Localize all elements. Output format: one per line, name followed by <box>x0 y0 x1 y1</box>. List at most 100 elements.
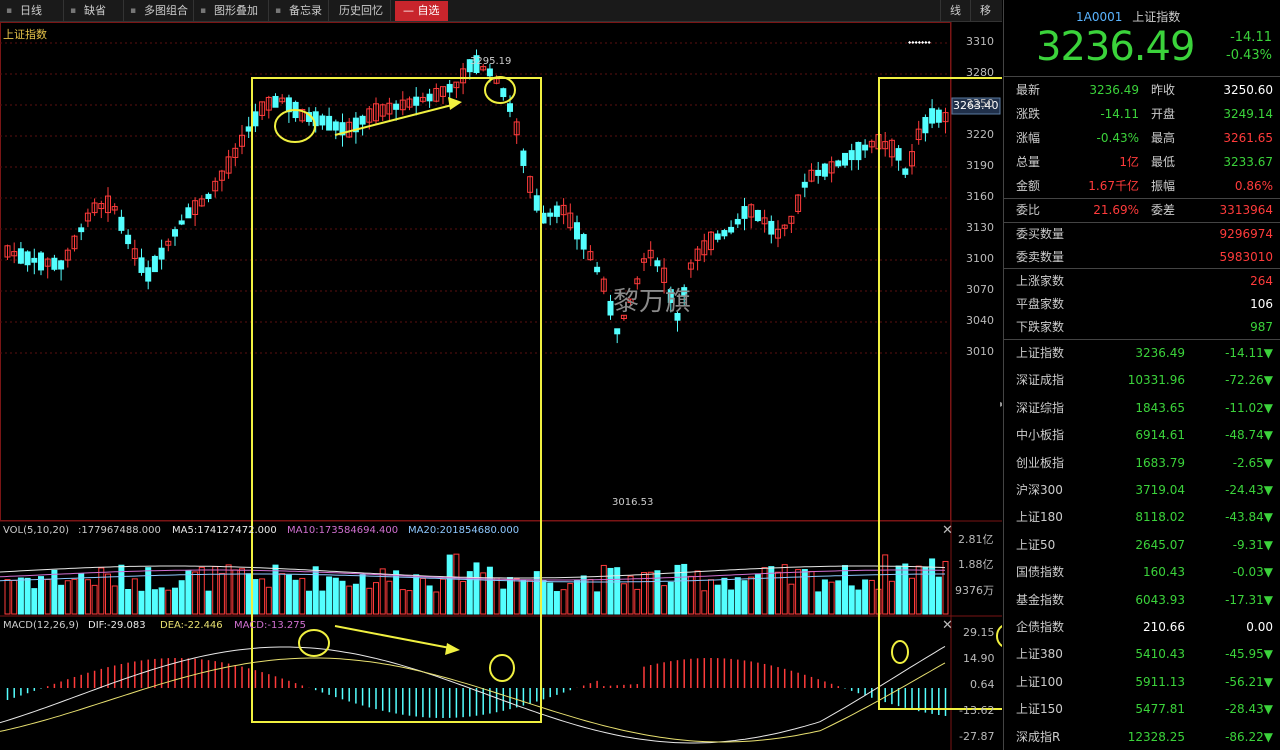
index-row[interactable]: 国债指数 160.43 -0.03▼ <box>1004 559 1280 586</box>
index-row[interactable]: 创业板指 1683.79 -2.65▼ <box>1004 450 1280 477</box>
index-row[interactable]: 上证150 5477.81 -28.43▼ <box>1004 696 1280 723</box>
marker-dots-icon: ⬩⬩⬩⬩⬩⬩⬩ <box>908 38 931 48</box>
volume-bar <box>574 579 580 615</box>
candle-body <box>332 121 339 131</box>
volume-bar <box>607 567 614 615</box>
index-row[interactable]: 企债指数 210.66 0.00 <box>1004 614 1280 641</box>
quote-label: 涨幅 <box>1016 131 1041 145</box>
toolbar-memo-button[interactable]: ▪ 备忘录 <box>269 0 329 22</box>
volume-bar <box>553 591 560 615</box>
index-row[interactable]: 上证380 5410.43 -45.95▼ <box>1004 641 1280 668</box>
volume-bar <box>366 587 373 615</box>
index-row[interactable]: 上证指数 3236.49 -14.11▼ <box>1004 340 1280 367</box>
chart-canvas[interactable]: 黎万旗 ⬩⬩⬩⬩⬩⬩⬩ ✕ ✕ ▸ <box>0 22 1002 750</box>
candle-body <box>922 116 929 134</box>
candle-body <box>319 115 326 126</box>
toolbar-history-button[interactable]: 历史回忆 <box>329 0 391 22</box>
volume-bar <box>11 579 18 615</box>
toolbar-overlay-button[interactable]: ▪ 图形叠加 <box>194 0 269 22</box>
candle-body <box>929 108 936 124</box>
volume-bar <box>808 570 815 615</box>
volume-bar <box>748 576 755 615</box>
index-value: 6914.61 <box>1135 428 1185 443</box>
index-row[interactable]: 深成指R 12328.25 -86.22▼ <box>1004 724 1280 750</box>
index-name: 深成指R <box>1016 729 1061 744</box>
toolbar-move-button[interactable]: 移 <box>970 0 1000 22</box>
quote-value: 3236.49 <box>1089 83 1139 97</box>
index-change: -45.95▼ <box>1225 647 1273 662</box>
volume-bar <box>460 580 467 615</box>
index-row[interactable]: 上证100 5911.13 -56.21▼ <box>1004 669 1280 696</box>
index-change: -11.02▼ <box>1225 400 1273 415</box>
candle-body <box>553 205 560 217</box>
volume-bar <box>373 582 379 615</box>
volume-bar <box>158 587 165 615</box>
candle-body <box>78 227 85 233</box>
candle-body <box>31 257 38 263</box>
index-row[interactable]: 中小板指 6914.61 -48.74▼ <box>1004 422 1280 449</box>
candle-body <box>252 111 259 127</box>
volume-bar <box>842 565 848 615</box>
candle-body <box>594 266 601 273</box>
macd-axis-label: 0.64 <box>970 678 995 691</box>
divider <box>1004 76 1280 77</box>
volume-bar <box>399 589 406 615</box>
volume-bar <box>91 584 98 615</box>
volume-bar <box>687 575 694 615</box>
price-axis-label: 3160 <box>966 190 994 203</box>
quote-row: 涨跌 -14.11 开盘 3249.14 <box>1004 102 1280 126</box>
toolbar: ▪ 日线 ▪ 缺省 ▪ 多图组合 ▪ 图形叠加 ▪ 备忘录 历史回忆 — 自选 线 移 <box>0 0 1002 22</box>
macd-dea: DEA:-22.446 <box>160 620 223 631</box>
volume-bar <box>78 573 85 615</box>
close-vol-icon[interactable]: ✕ <box>942 523 953 538</box>
quote-value: 3250.60 <box>1223 83 1273 97</box>
candle-body <box>24 251 31 266</box>
volume-bar <box>868 579 875 615</box>
index-row[interactable]: 上证180 8118.02 -43.84▼ <box>1004 504 1280 531</box>
trend-arrow <box>334 625 451 649</box>
volume-bar <box>185 570 192 615</box>
volume-bar <box>473 562 480 615</box>
toolbar-multi-chart-button[interactable]: ▪ 多图组合 <box>124 0 194 22</box>
index-change: -14.11▼ <box>1225 346 1273 360</box>
candle-body <box>145 267 152 282</box>
volume-bar <box>620 583 627 615</box>
order-label: 委卖数量 <box>1016 250 1065 264</box>
panel-toggle-icon[interactable]: ▸ <box>1000 399 1002 410</box>
volume-bar <box>895 565 902 615</box>
weibi-value: 21.69% <box>1093 203 1139 217</box>
index-name: 中小板指 <box>1016 428 1065 443</box>
index-row[interactable]: 上证50 2645.07 -9.31▼ <box>1004 532 1280 559</box>
index-row[interactable]: 基金指数 6043.93 -17.31▼ <box>1004 587 1280 614</box>
candle-body <box>741 206 748 219</box>
toolbar-line-button[interactable]: 线 <box>940 0 970 22</box>
candle-body <box>138 257 145 273</box>
toolbar-favorites-button[interactable]: — 自选 <box>395 1 448 21</box>
volume-bar <box>888 580 895 615</box>
volume-bar <box>252 579 259 615</box>
index-name: 上证指数 <box>1016 346 1065 360</box>
quote-label: 最新 <box>1016 83 1041 97</box>
index-row[interactable]: 沪深300 3719.04 -24.43▼ <box>1004 477 1280 504</box>
price-axis-label: 3010 <box>966 345 994 358</box>
volume-bar <box>440 578 446 615</box>
close-macd-icon[interactable]: ✕ <box>942 618 953 633</box>
candle-body <box>547 212 554 217</box>
macd-dif: DIF:-29.083 <box>88 620 146 631</box>
index-name: 上证180 <box>1016 510 1063 525</box>
candle-body <box>393 103 400 110</box>
vol-axis-label: 1.88亿 <box>958 558 994 571</box>
volume-bar <box>661 585 668 615</box>
index-value: 12328.25 <box>1127 729 1185 744</box>
index-row[interactable]: 深证综指 1843.65 -11.02▼ <box>1004 395 1280 422</box>
volume-bar <box>547 582 554 615</box>
candle-body <box>580 234 587 250</box>
chart-title: 上证指数 <box>3 28 47 41</box>
index-row[interactable]: 深证成指 10331.96 -72.26▼ <box>1004 367 1280 394</box>
candle-body <box>862 144 869 151</box>
price-grid <box>0 42 950 354</box>
volume-bar <box>486 566 493 615</box>
toolbar-default-button[interactable]: ▪ 缺省 <box>64 0 124 22</box>
volume-bar <box>245 573 252 615</box>
toolbar-daily-button[interactable]: ▪ 日线 <box>0 0 64 22</box>
